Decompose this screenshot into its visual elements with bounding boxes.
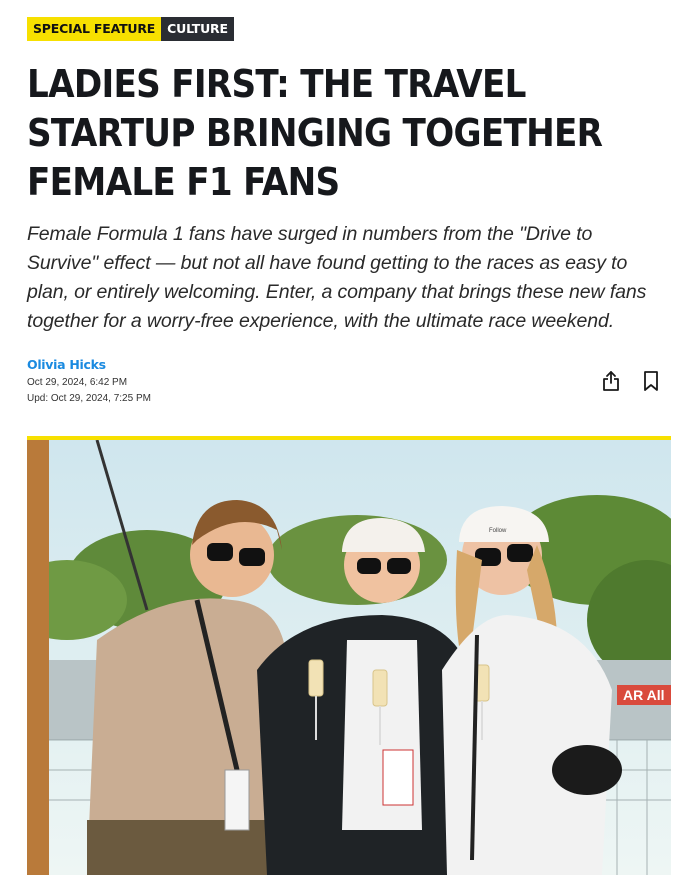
article-dek: Female Formula 1 fans have surged in num… [27,223,647,332]
tag-special-feature[interactable]: SPECIAL FEATURE [27,17,162,41]
article-tags: SPECIAL FEATURE CULTURE [27,17,234,41]
author-link[interactable]: Olivia Hicks [27,357,106,372]
hero-image: AR All Follow [27,436,671,875]
cap-text: Follow [489,528,507,534]
article-headline: LADIES FIRST: THE TRAVEL STARTUP BRINGIN… [27,62,603,204]
banner-text: AR All [623,687,664,703]
share-button[interactable] [599,369,623,393]
updated-date: Upd: Oct 29, 2024, 7:25 PM [27,393,151,404]
bookmark-icon [644,371,658,391]
bookmark-button[interactable] [639,369,663,393]
share-icon [603,371,619,391]
published-date: Oct 29, 2024, 6:42 PM [27,377,128,388]
tag-culture[interactable]: CULTURE [161,17,234,41]
